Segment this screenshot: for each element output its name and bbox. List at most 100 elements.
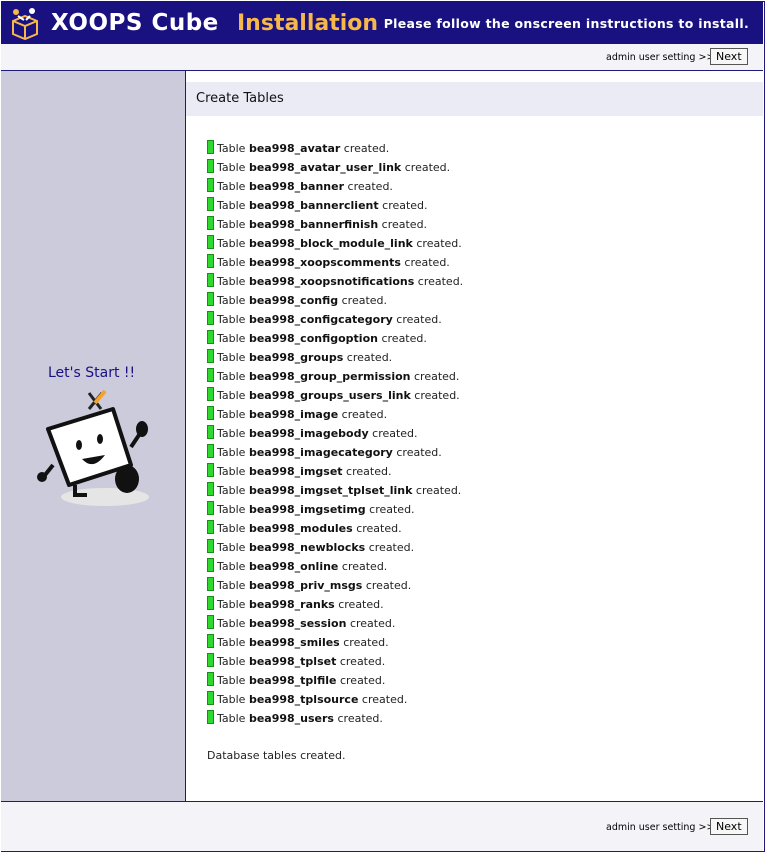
success-mark-icon	[207, 387, 214, 401]
success-mark-icon	[207, 311, 214, 325]
table-name: bea998_imagebody	[248, 427, 369, 440]
mascot-illustration	[37, 389, 149, 506]
success-mark-icon	[207, 596, 214, 610]
table-created-row: Table bea998_session created.	[207, 615, 395, 633]
row-suffix: created.	[341, 294, 388, 307]
success-mark-icon	[207, 539, 214, 553]
success-mark-icon	[207, 368, 214, 382]
row-prefix: Table	[217, 180, 246, 193]
section-title: Create Tables	[196, 91, 284, 106]
table-name: bea998_groups_users_link	[248, 389, 411, 402]
row-suffix: created.	[346, 465, 392, 478]
row-prefix: Table	[217, 408, 246, 421]
top-navigation: admin user setting >> Next	[1, 44, 763, 71]
success-mark-icon	[207, 140, 214, 154]
table-name: bea998_tplset	[248, 655, 337, 668]
table-created-row: Table bea998_xoopscomments created.	[207, 254, 450, 272]
table-created-row: Table bea998_tplset created.	[207, 653, 385, 671]
xoops-cube-logo-icon	[12, 8, 38, 41]
table-name: bea998_config	[248, 294, 339, 307]
table-created-row: Table bea998_configcategory created.	[207, 311, 442, 329]
success-mark-icon	[207, 197, 214, 211]
section-header: Create Tables	[186, 82, 763, 116]
table-created-row: Table bea998_online created.	[207, 558, 387, 576]
table-created-row: Table bea998_xoopsnotifications created.	[207, 273, 463, 291]
success-mark-icon	[207, 406, 214, 420]
table-name: bea998_configoption	[248, 332, 378, 345]
table-created-row: Table bea998_block_module_link created.	[207, 235, 462, 253]
row-suffix: created.	[341, 560, 388, 573]
table-created-row: Table bea998_newblocks created.	[207, 539, 414, 557]
table-name: bea998_ranks	[248, 598, 335, 611]
success-mark-icon	[207, 235, 214, 249]
next-button-bottom[interactable]: Next	[710, 818, 748, 835]
table-created-row: Table bea998_groups_users_link created.	[207, 387, 460, 405]
table-name: bea998_imagecategory	[248, 446, 393, 459]
success-mark-icon	[207, 520, 214, 534]
main-content: Create Tables Table bea998_avatar create…	[186, 71, 763, 801]
row-suffix: created.	[338, 598, 384, 611]
table-created-row: Table bea998_tplsource created.	[207, 691, 407, 709]
success-mark-icon	[207, 634, 214, 648]
instruction-text: Please follow the onscreen instructions …	[383, 16, 749, 31]
row-prefix: Table	[217, 370, 246, 383]
row-prefix: Table	[217, 294, 246, 307]
table-created-row: Table bea998_banner created.	[207, 178, 393, 196]
bottom-navigation: admin user setting >> Next	[1, 801, 763, 851]
sidebar-tagline: Let's Start !!	[48, 365, 136, 381]
row-prefix: Table	[217, 427, 246, 440]
row-prefix: Table	[217, 636, 246, 649]
table-name: bea998_bannerclient	[248, 199, 379, 212]
table-name: bea998_imgset	[248, 465, 343, 478]
row-suffix: created.	[343, 636, 389, 649]
table-name: bea998_image	[248, 408, 339, 421]
table-created-row: Table bea998_modules created.	[207, 520, 402, 538]
row-suffix: created.	[343, 142, 390, 155]
table-created-row: Table bea998_configoption created.	[207, 330, 427, 348]
row-prefix: Table	[217, 237, 246, 250]
row-prefix: Table	[217, 275, 246, 288]
success-mark-icon	[207, 672, 214, 686]
table-created-row: Table bea998_bannerclient created.	[207, 197, 428, 215]
row-suffix: created.	[347, 180, 393, 193]
table-created-row: Table bea998_group_permission created.	[207, 368, 459, 386]
table-created-row: Table bea998_users created.	[207, 710, 383, 728]
table-name: bea998_avatar	[248, 142, 341, 155]
table-name: bea998_tplfile	[248, 674, 337, 687]
table-created-row: Table bea998_imgsetimg created.	[207, 501, 415, 519]
table-created-row: Table bea998_tplfile created.	[207, 672, 385, 690]
row-prefix: Table	[217, 541, 246, 554]
row-suffix: created.	[346, 351, 393, 364]
row-prefix: Table	[217, 712, 246, 725]
success-mark-icon	[207, 178, 214, 192]
success-mark-icon	[207, 653, 214, 667]
row-suffix: created.	[368, 541, 415, 554]
row-suffix: created.	[341, 408, 388, 421]
table-created-row: Table bea998_groups created.	[207, 349, 392, 367]
table-name: bea998_avatar_user_link	[248, 161, 402, 174]
table-name: bea998_priv_msgs	[248, 579, 363, 592]
success-mark-icon	[207, 615, 214, 629]
table-name: bea998_session	[248, 617, 347, 630]
next-button-top[interactable]: Next	[710, 48, 748, 65]
success-mark-icon	[207, 558, 214, 572]
row-suffix: created.	[361, 693, 408, 706]
table-name: bea998_block_module_link	[248, 237, 413, 250]
success-mark-icon	[207, 159, 214, 173]
table-created-row: Table bea998_smiles created.	[207, 634, 389, 652]
table-created-row: Table bea998_avatar created.	[207, 140, 389, 158]
success-mark-icon	[207, 273, 214, 287]
row-suffix: created.	[404, 161, 451, 174]
success-mark-icon	[207, 254, 214, 268]
success-mark-icon	[207, 444, 214, 458]
page-heading: Installation	[237, 11, 379, 36]
table-name: bea998_users	[248, 712, 334, 725]
row-prefix: Table	[217, 693, 246, 706]
row-suffix: created.	[414, 389, 460, 402]
next-step-hint: admin user setting >>	[606, 822, 715, 833]
table-name: bea998_xoopscomments	[248, 256, 401, 269]
table-created-row: Table bea998_imgset_tplset_link created.	[207, 482, 461, 500]
row-suffix: created.	[417, 275, 464, 288]
row-prefix: Table	[217, 579, 246, 592]
row-prefix: Table	[217, 389, 246, 402]
